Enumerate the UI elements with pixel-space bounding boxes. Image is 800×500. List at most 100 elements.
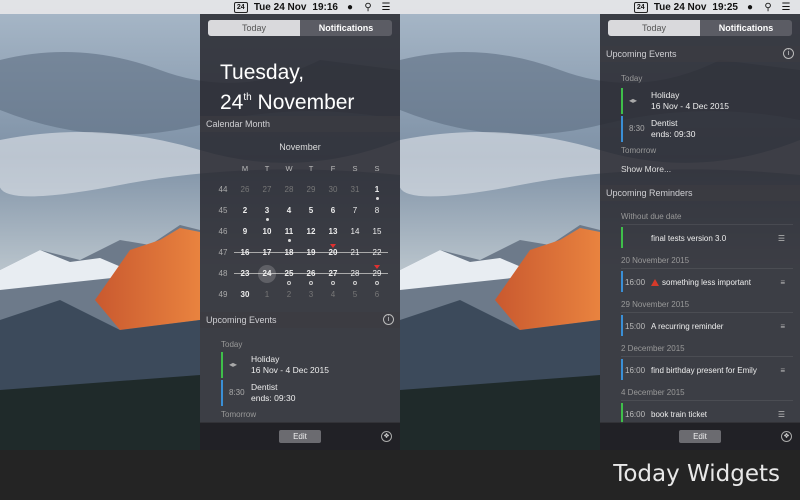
reminder-item[interactable]: 16:00 find birthday present for Emily ≡: [621, 356, 793, 382]
weekday-header: M: [241, 164, 249, 173]
calendar-day[interactable]: 15: [366, 227, 388, 236]
calendar-day[interactable]: 2: [234, 206, 256, 215]
calendar-day[interactable]: 12: [300, 227, 322, 236]
app-store-icon[interactable]: ❖: [781, 431, 792, 442]
reminder-menu-icon[interactable]: ≡: [780, 322, 785, 331]
calendar-day[interactable]: 2: [278, 290, 300, 299]
calendar-day[interactable]: 4: [278, 206, 300, 215]
calendar-day[interactable]: 8: [366, 206, 388, 215]
reminder-color-bar: [621, 315, 623, 336]
calendar-day[interactable]: 30: [234, 290, 256, 299]
menubar-time[interactable]: 19:16: [312, 2, 338, 13]
today-panel-right: Today Notifications Upcoming Events i To…: [600, 14, 800, 450]
week-number: 45: [218, 206, 228, 215]
user-icon[interactable]: ●: [344, 2, 356, 13]
calendar-day[interactable]: 17: [256, 248, 278, 257]
upcoming-events-header[interactable]: Upcoming Events i: [600, 46, 800, 62]
show-more-link[interactable]: Show More...: [621, 164, 671, 174]
calendar-day-label: 29: [372, 269, 382, 278]
calendar-day[interactable]: 18: [278, 248, 300, 257]
event-dentist[interactable]: 8:30 Dentist ends: 09:30: [621, 116, 791, 142]
tab-today[interactable]: Today: [208, 20, 300, 36]
calendar-day[interactable]: 30: [322, 185, 344, 194]
calendar-day[interactable]: 7: [344, 206, 366, 215]
event-holiday[interactable]: ◂▸ Holiday 16 Nov - 4 Dec 2015: [621, 88, 791, 114]
user-icon[interactable]: ●: [744, 2, 756, 13]
edit-button[interactable]: Edit: [279, 430, 321, 443]
calendar-day[interactable]: 25: [278, 269, 300, 285]
calendar-day[interactable]: 19: [300, 248, 322, 257]
calendar-day[interactable]: 9: [234, 227, 256, 236]
calendar-icon[interactable]: 24: [233, 1, 248, 13]
calendar-day[interactable]: 26: [234, 185, 256, 194]
info-icon[interactable]: i: [783, 48, 794, 59]
event-holiday[interactable]: ◂▸ Holiday 16 Nov - 4 Dec 2015: [221, 352, 391, 378]
upcoming-reminders-header[interactable]: Upcoming Reminders: [600, 185, 800, 201]
events-tomorrow-label: Tomorrow: [621, 146, 657, 155]
menubar-time[interactable]: 19:25: [712, 2, 738, 13]
calendar-day[interactable]: 28: [278, 185, 300, 194]
reminder-time: 16:00: [625, 410, 646, 419]
weekday-header: S: [352, 164, 358, 173]
event-title: Dentist: [251, 382, 278, 392]
tab-notifications[interactable]: Notifications: [300, 20, 392, 36]
calendar-day[interactable]: 31: [344, 185, 366, 194]
reminder-item[interactable]: 16:00 something less important ≡: [621, 268, 793, 294]
edit-button[interactable]: Edit: [679, 430, 721, 443]
search-icon[interactable]: ⚲: [362, 2, 374, 13]
calendar-day[interactable]: 26: [300, 269, 322, 285]
weekday-header: S: [374, 164, 380, 173]
calendar-day[interactable]: 27: [322, 269, 344, 285]
calendar-icon[interactable]: 24: [633, 1, 648, 13]
calendar-day[interactable]: 16: [234, 248, 256, 257]
calendar-day[interactable]: 3: [256, 206, 278, 221]
weekday-header: F: [330, 164, 336, 173]
weekday-header-row: M T W T F S S: [212, 158, 388, 179]
event-color-bar: [221, 352, 223, 378]
menubar-date[interactable]: Tue 24 Nov: [654, 2, 707, 13]
calendar-day[interactable]: 13: [322, 227, 344, 236]
calendar-day[interactable]: 20: [322, 244, 344, 257]
info-icon[interactable]: i: [383, 314, 394, 325]
calendar-day[interactable]: 1: [256, 290, 278, 299]
reminder-item[interactable]: final tests version 3.0 ☰: [621, 224, 793, 250]
calendar-day[interactable]: 21: [344, 248, 366, 257]
menubar-date[interactable]: Tue 24 Nov: [254, 2, 307, 13]
calendar-day[interactable]: 6: [322, 206, 344, 215]
calendar-day[interactable]: 10: [256, 227, 278, 236]
calendar-day[interactable]: 5: [300, 206, 322, 215]
notification-center-icon[interactable]: ☰: [780, 2, 792, 13]
reminder-menu-icon[interactable]: ☰: [778, 410, 785, 419]
search-icon[interactable]: ⚲: [762, 2, 774, 13]
reminder-item[interactable]: 15:00 A recurring reminder ≡: [621, 312, 793, 338]
calendar-day[interactable]: 11: [278, 227, 300, 242]
big-date-month: November: [257, 91, 355, 114]
calendar-day[interactable]: 3: [300, 290, 322, 299]
reminder-menu-icon[interactable]: ≡: [780, 278, 785, 287]
calendar-day[interactable]: 29: [366, 265, 388, 285]
reminder-menu-icon[interactable]: ≡: [780, 366, 785, 375]
tab-notifications[interactable]: Notifications: [700, 20, 792, 36]
calendar-day[interactable]: 4: [322, 290, 344, 299]
calendar-day[interactable]: 23: [234, 269, 256, 278]
calendar-day[interactable]: 5: [344, 290, 366, 299]
reminder-group-header: 20 November 2015: [621, 256, 690, 265]
calendar-day[interactable]: 29: [300, 185, 322, 194]
calendar-day[interactable]: 22: [366, 248, 388, 257]
calendar-day[interactable]: 28: [344, 269, 366, 285]
calendar-month-name: November: [279, 142, 321, 152]
app-store-icon[interactable]: ❖: [381, 431, 392, 442]
notification-center-icon[interactable]: ☰: [380, 2, 392, 13]
calendar-day[interactable]: 14: [344, 227, 366, 236]
calendar-day-today[interactable]: 24: [258, 264, 276, 283]
upcoming-events-header[interactable]: Upcoming Events i: [200, 312, 400, 328]
tab-today[interactable]: Today: [608, 20, 700, 36]
segmented-control: Today Notifications: [208, 20, 392, 36]
event-dentist[interactable]: 8:30 Dentist ends: 09:30: [221, 380, 391, 406]
calendar-month-header[interactable]: Calendar Month: [200, 116, 400, 132]
calendar-day[interactable]: 27: [256, 185, 278, 194]
calendar-day[interactable]: 6: [366, 290, 388, 299]
calendar-day[interactable]: 1: [366, 185, 388, 200]
reminder-menu-icon[interactable]: ☰: [778, 234, 785, 243]
menubar-right: 24 Tue 24 Nov 19:25 ● ⚲ ☰: [400, 0, 800, 14]
